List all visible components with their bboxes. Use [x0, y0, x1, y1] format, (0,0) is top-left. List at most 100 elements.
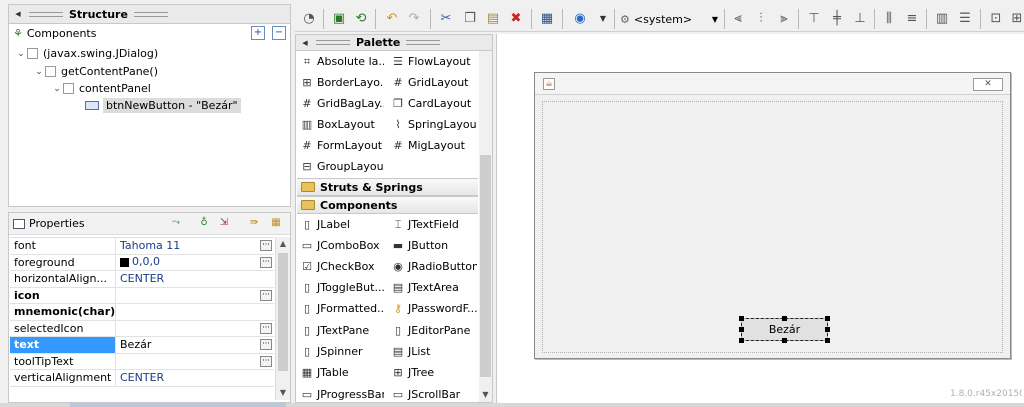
delete-icon[interactable]: ✖: [507, 10, 525, 28]
property-value[interactable]: ···: [116, 320, 274, 336]
resize-handle[interactable]: [739, 338, 744, 343]
resize-handle[interactable]: [825, 327, 830, 332]
palette-item-jeditorpane[interactable]: ▯ JEditorPane: [391, 320, 477, 341]
palette-item-jprogressbar[interactable]: ▭ JProgressBar: [300, 384, 384, 405]
chevron-down-icon[interactable]: ▼: [712, 15, 718, 24]
palette-item-jbutton[interactable]: ▬ JButton: [391, 235, 477, 256]
property-value[interactable]: Tahoma 11 ···: [116, 238, 274, 254]
align-right-icon[interactable]: ⫸: [775, 10, 793, 28]
property-row-mnemonic[interactable]: mnemonic(char): [10, 304, 274, 321]
ellipsis-button[interactable]: ···: [260, 240, 272, 251]
category-components[interactable]: Components: [297, 196, 478, 214]
cut-icon[interactable]: ✂: [437, 10, 455, 28]
grip-icon[interactable]: [316, 40, 350, 45]
tree-item-btn-new-button[interactable]: btnNewButton - "Bezár": [85, 97, 241, 114]
chevron-down-icon[interactable]: ⌄: [33, 67, 45, 77]
replicate-height-icon[interactable]: ☰: [956, 10, 974, 28]
distribute-horizontal-icon[interactable]: ⫼: [880, 10, 898, 28]
goto-definition-icon[interactable]: ♁: [197, 217, 211, 231]
grip-icon[interactable]: [406, 40, 441, 45]
dialog-titlebar[interactable]: ☕ ✕: [535, 73, 1010, 95]
restore-default-icon[interactable]: ▦: [269, 217, 283, 231]
tree-item-content-panel[interactable]: ⌄ contentPanel: [51, 80, 151, 97]
ellipsis-button[interactable]: ···: [260, 289, 272, 301]
palette-item-jtextarea[interactable]: ▤ JTextArea: [391, 277, 477, 298]
property-value[interactable]: 0,0,0 ···: [116, 254, 274, 270]
palette-item-jcombobox[interactable]: ▭ JComboBox: [300, 235, 384, 256]
palette-item-spring-layout[interactable]: ⌇ SpringLayout: [391, 114, 477, 135]
chevron-down-icon[interactable]: ⌄: [51, 84, 63, 94]
palette-item-jtextpane[interactable]: ▯ JTextPane: [300, 320, 384, 341]
grip-icon[interactable]: [133, 11, 168, 17]
property-value[interactable]: Bezár ···: [116, 337, 274, 353]
show-advanced-icon[interactable]: ⇛: [247, 217, 261, 231]
palette-item-jtree[interactable]: ⊞ JTree: [391, 362, 477, 383]
scroll-thumb[interactable]: [480, 155, 491, 377]
palette-item-mig-layout[interactable]: # MigLayout: [391, 135, 477, 156]
property-value[interactable]: CENTER: [116, 370, 274, 386]
chevron-down-icon[interactable]: ⌄: [15, 49, 27, 59]
palette-scrollbar[interactable]: ▼: [479, 51, 492, 402]
property-row-tooltip-text[interactable]: toolTipText ···: [10, 353, 274, 370]
property-row-foreground[interactable]: foreground 0,0,0 ···: [10, 254, 274, 271]
category-struts-springs[interactable]: Struts & Springs: [297, 178, 478, 196]
undo-icon[interactable]: ↶: [383, 10, 401, 28]
properties-scrollbar[interactable]: ▲ ▼: [275, 237, 290, 400]
palette-item-jspinner[interactable]: ▯ JSpinner: [300, 341, 384, 362]
property-row-selected-icon[interactable]: selectedIcon ···: [10, 320, 274, 337]
test-gui-icon[interactable]: ◔: [300, 10, 318, 28]
palette-item-jlabel[interactable]: ▯ JLabel: [300, 214, 384, 235]
paste-icon[interactable]: ▤: [484, 10, 502, 28]
palette-item-jcheckbox[interactable]: ☑ JCheckBox: [300, 256, 384, 277]
center-horizontal-icon[interactable]: ⊡: [987, 10, 1005, 28]
tree-item-content-pane[interactable]: ⌄ getContentPane(): [33, 63, 158, 80]
align-center-icon[interactable]: ⫶: [752, 10, 770, 28]
tree-item-jdialog[interactable]: ⌄ (javax.swing.JDialog): [15, 45, 158, 62]
close-icon[interactable]: ✕: [973, 78, 1003, 91]
palette-item-box-layout[interactable]: ▥ BoxLayout: [300, 114, 384, 135]
chevron-down-icon[interactable]: ▼: [594, 10, 612, 28]
resize-handle[interactable]: [825, 316, 830, 321]
expand-all-icon[interactable]: +: [251, 26, 265, 40]
scroll-thumb[interactable]: [278, 253, 288, 371]
scroll-up-icon[interactable]: ▲: [276, 237, 290, 251]
design-icon[interactable]: ▦: [538, 10, 556, 28]
collapse-left-icon[interactable]: ◀: [13, 10, 23, 18]
ellipsis-button[interactable]: ···: [260, 339, 272, 350]
align-top-icon[interactable]: ⊤: [805, 10, 823, 28]
globe-icon[interactable]: ◉: [571, 10, 589, 28]
align-left-icon[interactable]: ⫷: [729, 10, 747, 28]
ellipsis-button[interactable]: ···: [260, 355, 272, 367]
palette-item-border-layout[interactable]: ⊞ BorderLayo...: [300, 72, 384, 93]
align-middle-icon[interactable]: ╪: [828, 10, 846, 28]
palette-item-jformattedtextfield[interactable]: ▯ JFormatted...: [300, 298, 384, 319]
resize-handle[interactable]: [739, 327, 744, 332]
palette-item-group-layout[interactable]: ⊟ GroupLayout: [300, 156, 384, 177]
scroll-down-icon[interactable]: ▼: [276, 386, 290, 400]
palette-item-jscrollbar[interactable]: ▭ JScrollBar: [391, 384, 477, 405]
palette-item-jtogglebutton[interactable]: ▯ JToggleBut...: [300, 277, 384, 298]
palette-item-grid-layout[interactable]: # GridLayout: [391, 72, 477, 93]
look-and-feel-dropdown[interactable]: ⚙ <system> ▼: [620, 10, 720, 28]
redo-icon[interactable]: ↷: [405, 10, 423, 28]
palette-item-card-layout[interactable]: ❐ CardLayout: [391, 93, 477, 114]
resize-handle[interactable]: [782, 316, 787, 321]
replicate-width-icon[interactable]: ▥: [933, 10, 951, 28]
property-row-horizontal-alignment[interactable]: horizontalAlign... CENTER: [10, 271, 274, 288]
scroll-down-icon[interactable]: ▼: [479, 390, 492, 402]
palette-item-jlist[interactable]: ▤ JList: [391, 341, 477, 362]
ellipsis-button[interactable]: ···: [260, 322, 272, 334]
palette-item-jpasswordfield[interactable]: ⚷ JPasswordF...: [391, 298, 477, 319]
palette-item-form-layout[interactable]: # FormLayout: [300, 135, 384, 156]
palette-item-absolute-layout[interactable]: ⌗ Absolute la...: [300, 51, 384, 72]
copy-icon[interactable]: ❐: [461, 10, 479, 28]
property-row-font[interactable]: font Tahoma 11 ···: [10, 238, 274, 255]
palette-item-jradiobutton[interactable]: ◉ JRadioButton: [391, 256, 477, 277]
palette-item-jtextfield[interactable]: ⌶ JTextField: [391, 214, 477, 235]
dialog-frame[interactable]: ☕ ✕: [534, 72, 1011, 359]
palette-item-gridbag-layout[interactable]: # GridBagLay...: [300, 93, 384, 114]
collapse-left-icon[interactable]: ◀: [300, 39, 310, 47]
grip-icon[interactable]: [29, 11, 63, 17]
property-value[interactable]: ···: [116, 287, 274, 303]
resize-handle[interactable]: [739, 316, 744, 321]
